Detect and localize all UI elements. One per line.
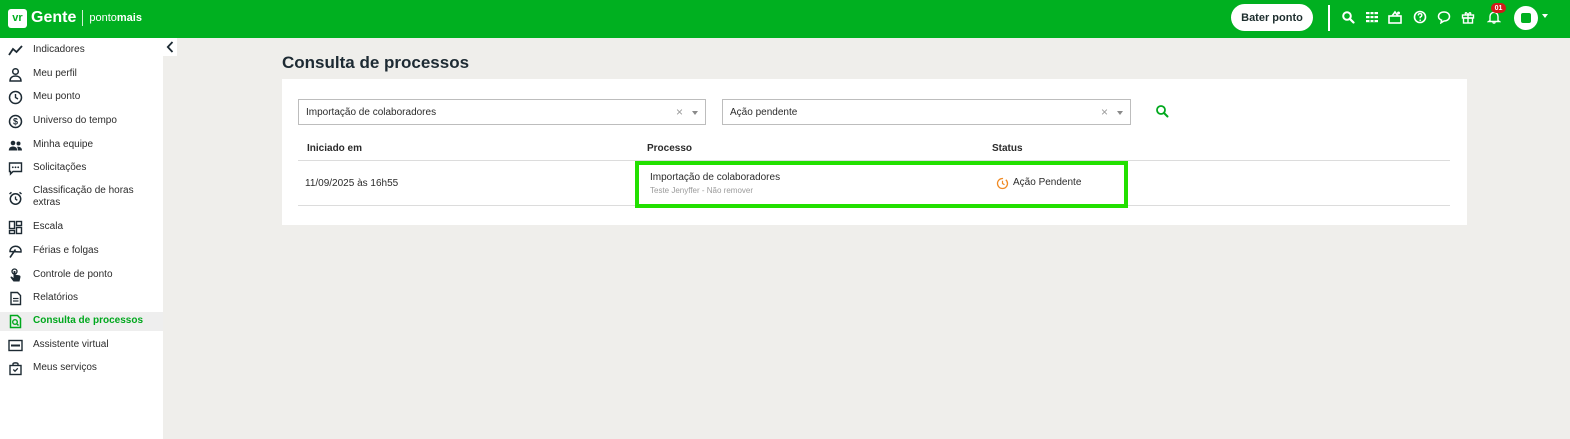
clear-icon[interactable]: × — [676, 105, 683, 119]
brand-divider — [82, 10, 84, 26]
process-type-value: Importação de colaboradores — [306, 106, 437, 118]
avatar-logo-icon — [1521, 13, 1531, 23]
process-type-select[interactable]: Importação de colaboradores × — [298, 99, 706, 125]
trend-icon — [8, 45, 23, 56]
brand-logo[interactable]: vr Gente pontomais — [8, 8, 142, 28]
chevron-down-icon[interactable] — [1542, 14, 1548, 18]
clock-icon — [8, 90, 23, 105]
grid-icon[interactable] — [1365, 10, 1379, 24]
sidebar-item-meu-perfil[interactable]: Meu perfil — [0, 65, 163, 83]
brand-sub-a: ponto — [89, 12, 117, 24]
sidebar-item-meus-servicos[interactable]: Meus serviços — [0, 359, 163, 377]
bater-ponto-button[interactable]: Bater ponto — [1231, 4, 1313, 31]
chevron-left-icon — [166, 41, 174, 53]
chevron-down-icon[interactable] — [692, 111, 698, 115]
sidebar-item-label: Relatórios — [33, 292, 79, 303]
top-bar: vr Gente pontomais Bater ponto 01 — [0, 0, 1570, 38]
sidebar-item-assistente-virtual[interactable]: Assistente virtual — [0, 336, 163, 354]
person-icon — [9, 67, 22, 82]
sidebar-item-minha-equipe[interactable]: Minha equipe — [0, 136, 163, 154]
search-icon[interactable] — [1155, 104, 1169, 118]
collapse-sidebar-button[interactable] — [163, 38, 177, 56]
brand-name: Gente — [31, 9, 77, 26]
sidebar-item-meu-ponto[interactable]: Meu ponto — [0, 88, 163, 106]
sidebar-item-consulta-de-processos[interactable]: Consulta de processos — [0, 312, 163, 331]
sidebar-item-label: Assistente virtual — [33, 339, 109, 350]
brand-subtitle: pontomais — [89, 12, 142, 24]
sidebar-item-label: Solicitações — [33, 162, 87, 173]
bag-icon — [9, 362, 22, 376]
sidebar-item-label: Escala — [33, 221, 64, 232]
sidebar-item-label: Meu perfil — [33, 68, 77, 79]
sidebar-item-label: Consulta de processos — [33, 315, 144, 326]
sidebar-item-label: Minha equipe — [33, 139, 94, 150]
alarm-icon — [9, 191, 22, 205]
sidebar-item-controle-de-ponto[interactable]: Controle de ponto — [0, 266, 163, 284]
sidebar-item-label: Classificação de horas extras — [33, 185, 134, 208]
touch-icon — [10, 268, 21, 282]
umbrella-icon — [9, 245, 22, 258]
search-icon[interactable] — [1341, 10, 1355, 24]
clear-icon[interactable]: × — [1101, 105, 1108, 119]
help-icon[interactable] — [1413, 10, 1427, 24]
sidebar-item-label: Férias e folgas — [33, 245, 99, 256]
column-header-processo: Processo — [647, 143, 693, 154]
document-icon — [10, 291, 22, 306]
topbar-divider — [1328, 5, 1330, 31]
avatar[interactable] — [1514, 6, 1538, 30]
chat-icon[interactable] — [1437, 10, 1451, 24]
dashboard-icon — [8, 220, 23, 235]
sidebar-item-label: Meu ponto — [33, 91, 81, 102]
search-doc-icon — [9, 314, 22, 329]
assistant-icon — [8, 339, 23, 352]
sidebar-item-label: Controle de ponto — [33, 269, 113, 280]
vr-logo-icon: vr — [8, 8, 27, 28]
sidebar-item-label: Universo do tempo — [33, 115, 117, 126]
sidebar-item-universo-do-tempo[interactable]: $ Universo do tempo — [0, 112, 163, 130]
page-title: Consulta de processos — [282, 53, 470, 72]
brand-sub-b: mais — [116, 12, 142, 24]
status-select[interactable]: Ação pendente × — [722, 99, 1131, 125]
status-value: Ação pendente — [730, 106, 798, 118]
gift-card-icon[interactable] — [1388, 10, 1402, 24]
svg-text:$: $ — [13, 117, 18, 127]
sidebar-item-relatorios[interactable]: Relatórios — [0, 289, 163, 307]
sidebar-item-label: Indicadores — [33, 44, 85, 55]
started-at-cell: 11/09/2025 às 16h55 — [305, 178, 399, 189]
dollar-icon: $ — [8, 114, 23, 129]
column-header-iniciado-em: Iniciado em — [307, 143, 363, 154]
message-icon — [8, 162, 23, 176]
sidebar-item-ferias-e-folgas[interactable]: Férias e folgas — [0, 242, 163, 260]
chevron-down-icon[interactable] — [1117, 111, 1123, 115]
highlight-box — [635, 161, 1128, 208]
column-header-status: Status — [992, 143, 1023, 154]
gift-icon[interactable] — [1461, 10, 1475, 24]
notification-badge: 01 — [1491, 3, 1506, 13]
sidebar-item-solicitacoes[interactable]: Solicitações — [0, 159, 163, 177]
sidebar-item-label: Meus serviços — [33, 362, 97, 373]
sidebar-item-indicadores[interactable]: Indicadores — [0, 41, 163, 59]
sidebar-item-classificacao-de-horas-extras[interactable]: Classificação de horas extras — [0, 183, 163, 211]
sidebar-item-escala[interactable]: Escala — [0, 218, 163, 236]
team-icon — [8, 140, 22, 151]
